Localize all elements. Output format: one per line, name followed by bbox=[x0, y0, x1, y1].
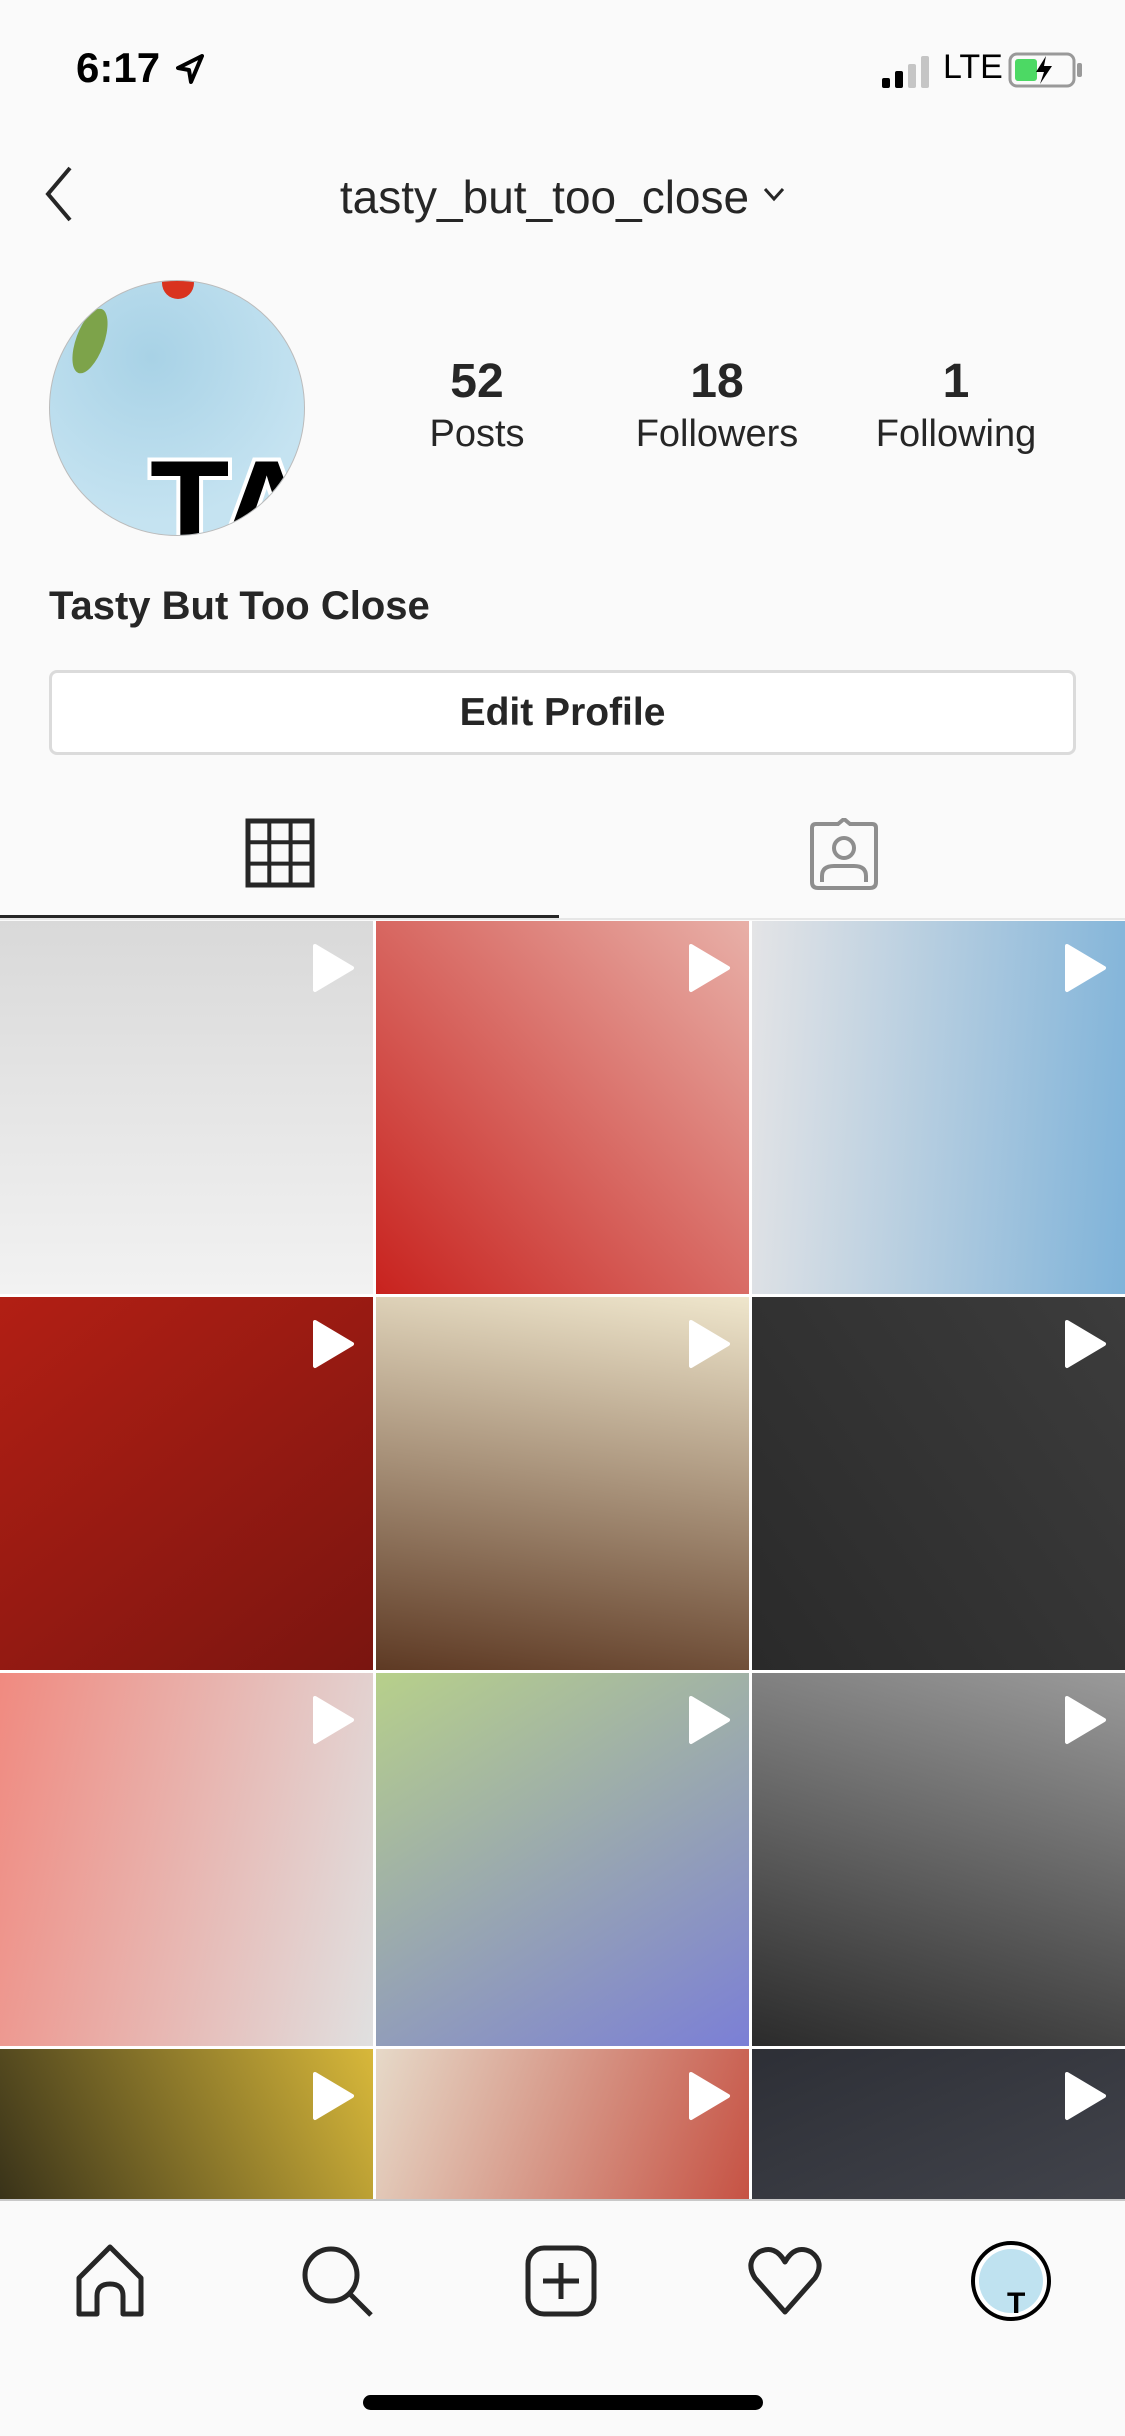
video-play-icon bbox=[313, 944, 354, 992]
edit-profile-button[interactable]: Edit Profile bbox=[49, 670, 1076, 755]
nav-activity[interactable] bbox=[735, 2231, 835, 2331]
battery-charging-icon bbox=[1008, 52, 1082, 88]
post-thumbnail[interactable] bbox=[376, 921, 749, 1294]
status-time: 6:17 bbox=[76, 44, 161, 91]
stat-label: Followers bbox=[635, 413, 799, 455]
nav-new-post[interactable] bbox=[511, 2231, 611, 2331]
avatar-image: TA bbox=[72, 281, 305, 536]
post-thumbnail[interactable] bbox=[376, 1673, 749, 2046]
post-thumbnail[interactable] bbox=[0, 1673, 373, 2046]
svg-text:T: T bbox=[1007, 2287, 1025, 2320]
nav-home[interactable] bbox=[60, 2231, 160, 2331]
profile-avatar-icon: T bbox=[971, 2241, 1051, 2321]
heart-icon bbox=[748, 2247, 822, 2315]
stat-value: 1 bbox=[942, 355, 970, 408]
stat-label: Posts bbox=[429, 413, 525, 455]
stat-posts[interactable]: 52 Posts bbox=[367, 352, 587, 456]
username: tasty_but_too_close bbox=[339, 171, 750, 223]
nav-search[interactable] bbox=[287, 2231, 387, 2331]
video-play-icon bbox=[1065, 1696, 1106, 1744]
post-thumbnail[interactable] bbox=[752, 2049, 1125, 2199]
stat-following[interactable]: 1 Following bbox=[846, 352, 1066, 456]
video-play-icon bbox=[1065, 944, 1106, 992]
post-thumbnail[interactable] bbox=[376, 1297, 749, 1670]
avatar-logo-text: TA bbox=[150, 433, 305, 536]
post-thumbnail[interactable] bbox=[0, 2049, 373, 2199]
tab-divider bbox=[0, 918, 1125, 920]
home-icon bbox=[76, 2244, 144, 2317]
post-thumbnail[interactable] bbox=[752, 921, 1125, 1294]
tagged-person-icon bbox=[809, 818, 878, 890]
stat-value: 52 bbox=[450, 355, 504, 408]
stat-label: Following bbox=[875, 413, 1037, 455]
video-play-icon bbox=[689, 2072, 730, 2120]
home-indicator[interactable] bbox=[363, 2395, 763, 2410]
posts-grid bbox=[0, 921, 1125, 2199]
chevron-down-icon bbox=[763, 187, 785, 202]
video-play-icon bbox=[1065, 2072, 1106, 2120]
video-play-icon bbox=[689, 1320, 730, 1368]
video-play-icon bbox=[689, 944, 730, 992]
tab-grid[interactable] bbox=[0, 790, 559, 918]
video-play-icon bbox=[313, 1696, 354, 1744]
post-thumbnail[interactable] bbox=[376, 2049, 749, 2199]
avatar[interactable]: TA bbox=[49, 280, 305, 536]
display-name: Tasty But Too Close bbox=[49, 584, 430, 628]
search-icon bbox=[302, 2246, 373, 2317]
stat-value: 18 bbox=[690, 355, 744, 408]
network-type: LTE bbox=[943, 48, 1003, 86]
signal-icon bbox=[882, 56, 929, 88]
add-post-icon bbox=[525, 2245, 597, 2317]
video-play-icon bbox=[313, 2072, 354, 2120]
post-thumbnail[interactable] bbox=[0, 1297, 373, 1670]
stat-followers[interactable]: 18 Followers bbox=[607, 352, 827, 456]
location-arrow-icon bbox=[176, 54, 204, 84]
post-thumbnail[interactable] bbox=[0, 921, 373, 1294]
account-switcher[interactable]: tasty_but_too_close bbox=[0, 170, 1125, 224]
nav-profile[interactable]: T bbox=[961, 2231, 1061, 2331]
post-thumbnail[interactable] bbox=[752, 1673, 1125, 2046]
grid-icon bbox=[245, 818, 314, 887]
tab-tagged[interactable] bbox=[562, 790, 1125, 918]
video-play-icon bbox=[313, 1320, 354, 1368]
video-play-icon bbox=[1065, 1320, 1106, 1368]
video-play-icon bbox=[689, 1696, 730, 1744]
post-thumbnail[interactable] bbox=[752, 1297, 1125, 1670]
